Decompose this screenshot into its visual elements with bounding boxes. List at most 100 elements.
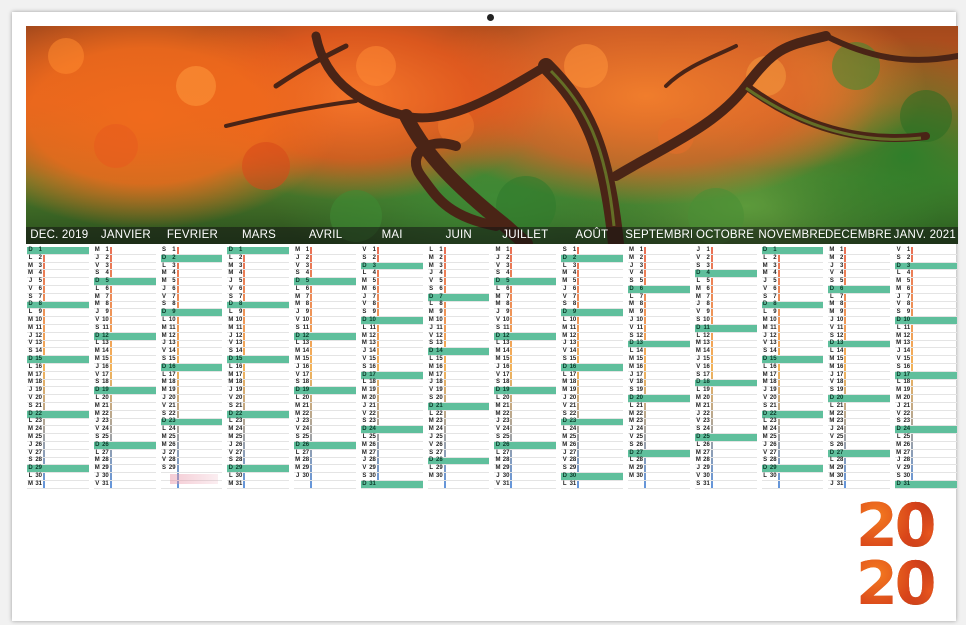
day-number: 14 <box>369 348 376 355</box>
day-number: 14 <box>35 348 42 355</box>
day-number: 12 <box>102 332 109 339</box>
month-column: V 1 S 2 D 3 L 4 M 5 M 6 J 7 V 8 S 9 D 10 L 11 M 12 M 13 J 14 V 15 S 16 D… <box>360 247 423 489</box>
day-number: 28 <box>436 457 443 464</box>
weekday-letter: S <box>562 301 567 308</box>
day-number: 17 <box>703 371 710 378</box>
month-column: D 1 L 2 M 3 M 4 J 5 V 6 S 7 D 8 L 9 M 10 M 11 J 12 V 13 S 14 D 15 L 16 M… <box>27 247 89 489</box>
weekday-letter: J <box>162 285 166 292</box>
day-row: M 15 <box>828 356 891 364</box>
day-number: 16 <box>569 363 577 370</box>
day-number: 17 <box>235 371 243 378</box>
day-number: 23 <box>569 418 577 425</box>
weekday-letter: D <box>429 348 434 355</box>
day-row: M 23 <box>427 418 490 427</box>
day-number: 6 <box>773 285 777 292</box>
day-row: D3 <box>360 263 423 271</box>
day-row: L 25 <box>895 434 957 442</box>
day-row: M 22 <box>628 411 690 419</box>
day-number: 11 <box>236 324 243 331</box>
weekday-letter: M <box>896 449 902 456</box>
day-number: 6 <box>439 285 443 292</box>
weekday-letter: M <box>228 262 234 269</box>
day-number: 2 <box>38 254 42 261</box>
day-number: 29 <box>102 465 109 472</box>
day-number: 27 <box>769 449 777 456</box>
day-row: D8 <box>761 301 824 310</box>
day-number: 16 <box>636 363 644 370</box>
day-number: 25 <box>436 434 443 441</box>
day-row: V 27 <box>227 450 290 458</box>
day-row: S2 <box>360 255 423 263</box>
weekday-letter: J <box>830 371 834 378</box>
weekday-letter: D <box>896 480 901 487</box>
weekday-letter: S <box>228 457 233 464</box>
weekday-letter: S <box>629 332 634 339</box>
day-row: V 13 <box>227 340 290 349</box>
day-number: 16 <box>769 363 777 370</box>
weekday-letter: J <box>763 332 767 339</box>
day-row: V6 <box>761 285 824 294</box>
day-row: D 14 <box>427 348 490 357</box>
day-row: L 20 <box>294 395 356 403</box>
day-number: 26 <box>502 441 510 448</box>
day-number: 10 <box>502 317 510 324</box>
day-row: D9 <box>160 309 223 318</box>
day-row: S8 <box>160 301 223 310</box>
day-row: D 26 <box>93 442 156 450</box>
day-row: M 31 <box>227 480 290 489</box>
day-number: 26 <box>369 441 376 448</box>
day-number: 9 <box>506 309 510 316</box>
day-row: M 26 <box>561 442 624 450</box>
weekday-letter: V <box>629 434 634 441</box>
day-number: 15 <box>636 356 644 363</box>
day-number: 7 <box>172 293 176 300</box>
day-number: 17 <box>769 371 777 378</box>
day-number: 15 <box>369 356 376 363</box>
day-number: 9 <box>572 309 577 316</box>
day-row: D1 <box>761 247 824 255</box>
day-number: 22 <box>836 410 844 417</box>
day-number: 6 <box>372 285 376 292</box>
day-row: S 26 <box>828 442 891 450</box>
day-row: S 22 <box>160 411 223 419</box>
weekday-letter: M <box>161 387 167 394</box>
day-row: J 20 <box>561 395 624 403</box>
weekday-letter: M <box>228 317 234 324</box>
weekday-letter: M <box>228 480 234 487</box>
day-row: S 28 <box>27 457 89 466</box>
year-top-digits: 20 <box>856 498 960 556</box>
day-number: 24 <box>302 426 310 433</box>
day-number: 8 <box>439 301 443 308</box>
day-number: 11 <box>837 324 844 331</box>
day-number: 26 <box>168 441 176 448</box>
day-row: S 28 <box>761 457 824 466</box>
day-number: 22 <box>235 410 243 417</box>
weekday-letter: L <box>696 278 701 285</box>
day-row: J 16 <box>494 364 557 372</box>
day-row: S2 <box>895 255 957 263</box>
day-row: L 24 <box>160 426 223 435</box>
day-row: L 29 <box>427 465 490 474</box>
weekday-letter: M <box>562 387 568 394</box>
weekday-letter: D <box>562 254 567 261</box>
day-row <box>427 481 490 489</box>
day-number: 3 <box>506 262 510 269</box>
day-row: L 11 <box>895 325 957 333</box>
day-row: J 21 <box>360 403 423 411</box>
day-number: 7 <box>906 293 911 300</box>
day-row: S 19 <box>828 387 891 396</box>
weekday-letter: M <box>161 270 167 277</box>
weekday-letter: V <box>295 371 300 378</box>
weekday-letter: D <box>362 426 367 433</box>
day-row <box>294 481 356 489</box>
weekday-letter: L <box>229 418 233 425</box>
day-row: V 10 <box>494 317 557 325</box>
weekday-letter: M <box>629 363 635 370</box>
day-number: 13 <box>436 340 443 347</box>
weekday-letter: M <box>361 278 367 285</box>
day-number: 23 <box>636 418 644 425</box>
day-row: M 25 <box>227 434 290 442</box>
day-row: M 11 <box>561 325 624 333</box>
day-number: 4 <box>239 270 243 277</box>
weekday-letter: M <box>495 348 501 355</box>
